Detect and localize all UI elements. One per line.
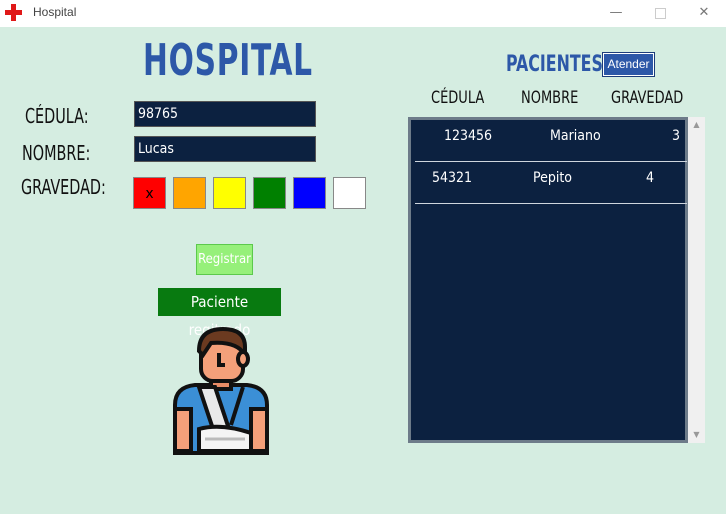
window-titlebar: Hospital — ✕ [0, 0, 726, 27]
cedula-input[interactable]: 98765 [134, 101, 316, 127]
window-title: Hospital [33, 5, 77, 19]
gravedad-orange-button[interactable] [173, 177, 206, 209]
row-nombre: Pepito [533, 170, 572, 186]
maximize-button[interactable] [638, 0, 682, 27]
attend-button[interactable]: Atender [602, 52, 655, 77]
list-item[interactable]: 54321 Pepito 4 [411, 163, 688, 205]
patients-list-scrollbar[interactable]: ▲ ▼ [688, 117, 705, 443]
row-divider [415, 203, 687, 204]
cedula-label: CÉDULA: [25, 104, 89, 128]
row-gravedad: 3 [672, 128, 681, 144]
patients-title: PACIENTES [506, 52, 603, 77]
row-cedula: 123456 [444, 128, 493, 144]
gravedad-yellow-button[interactable] [213, 177, 246, 209]
gravedad-blue-button[interactable] [293, 177, 326, 209]
row-cedula: 54321 [432, 170, 473, 186]
gravedad-label: GRAVEDAD: [21, 175, 106, 199]
column-header-cedula: CÉDULA [431, 88, 485, 108]
gravedad-white-button[interactable] [333, 177, 366, 209]
nombre-input[interactable]: Lucas [134, 136, 316, 162]
row-gravedad: 4 [646, 170, 655, 186]
gravedad-green-button[interactable] [253, 177, 286, 209]
page-title: HOSPITAL [143, 35, 313, 86]
minimize-button[interactable]: — [594, 0, 638, 27]
register-button[interactable]: Registrar [196, 244, 253, 275]
status-message: Paciente regitrado [158, 288, 281, 339]
scroll-up-icon[interactable]: ▲ [688, 117, 705, 133]
scroll-down-icon[interactable]: ▼ [688, 427, 705, 443]
injured-patient-icon [173, 326, 269, 455]
close-icon: ✕ [698, 5, 710, 20]
close-button[interactable]: ✕ [682, 0, 726, 27]
nombre-label: NOMBRE: [22, 141, 91, 165]
column-header-nombre: NOMBRE [521, 88, 579, 108]
patients-list[interactable]: 123456 Mariano 3 54321 Pepito 4 [408, 117, 688, 443]
column-header-gravedad: GRAVEDAD [611, 88, 684, 108]
maximize-icon [655, 8, 666, 19]
row-nombre: Mariano [550, 128, 601, 144]
minimize-icon: — [609, 5, 623, 20]
red-cross-icon [5, 4, 22, 21]
list-item[interactable]: 123456 Mariano 3 [411, 120, 688, 162]
gravedad-red-button[interactable]: x [133, 177, 166, 209]
row-divider [415, 161, 687, 162]
